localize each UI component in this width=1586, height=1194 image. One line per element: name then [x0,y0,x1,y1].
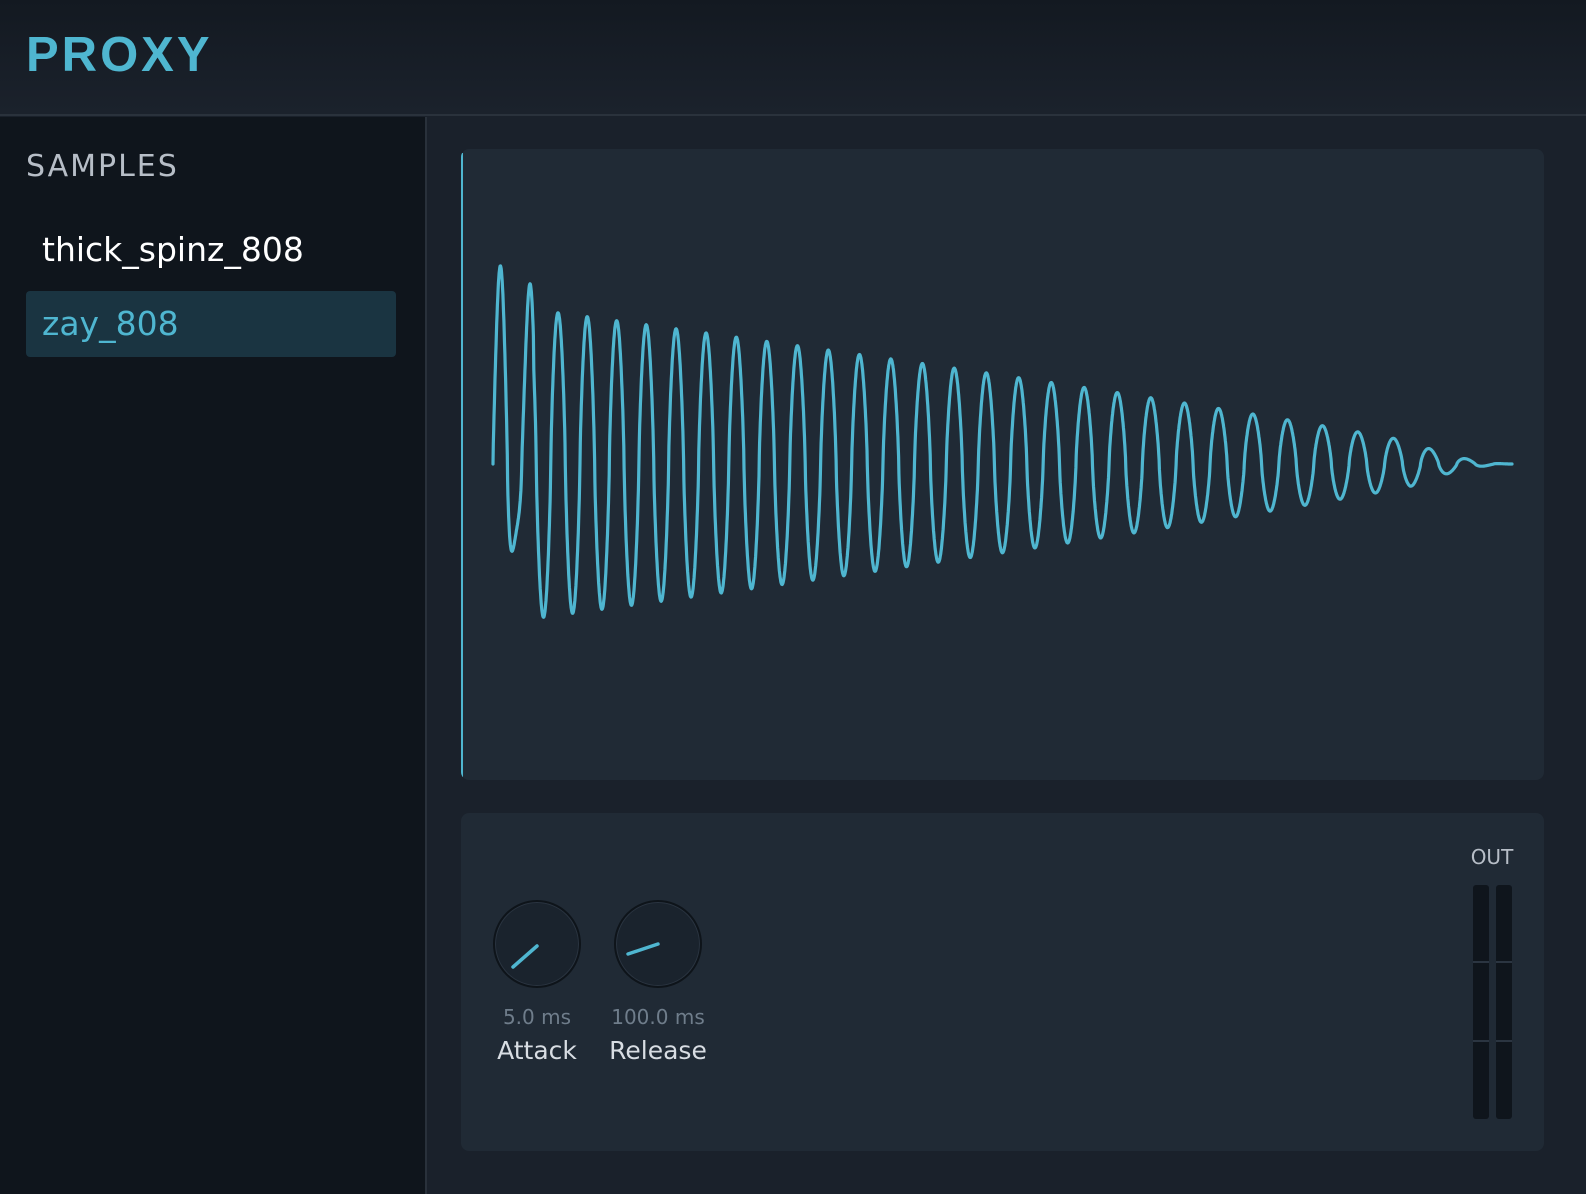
app-title: PROXY [26,28,213,82]
output-meter-left [1473,885,1489,1119]
release-label: Release [609,1036,707,1065]
waveform-display[interactable] [461,149,1544,780]
attack-knob-indicator [511,944,539,969]
header-bar: PROXY [0,0,1586,116]
release-knob-indicator [626,942,660,956]
attack-label: Attack [497,1036,577,1065]
waveform-graph [491,264,1514,619]
meter-tick [1473,1040,1489,1042]
meter-tick [1496,961,1512,963]
playhead-marker[interactable] [461,153,463,777]
sample-item-thick-spinz-808[interactable]: thick_spinz_808 [26,217,396,283]
meter-tick [1496,1040,1512,1042]
output-meter-right [1496,885,1512,1119]
meter-tick [1473,961,1489,963]
attack-knob[interactable] [493,900,581,988]
waveform-line [491,264,1514,619]
output-meter-label: OUT [1470,845,1514,869]
sample-item-zay-808[interactable]: zay_808 [26,291,396,357]
release-value: 100.0 ms [611,1005,705,1029]
release-knob[interactable] [614,900,702,988]
attack-value: 5.0 ms [502,1005,572,1029]
samples-heading: SAMPLES [26,149,179,184]
